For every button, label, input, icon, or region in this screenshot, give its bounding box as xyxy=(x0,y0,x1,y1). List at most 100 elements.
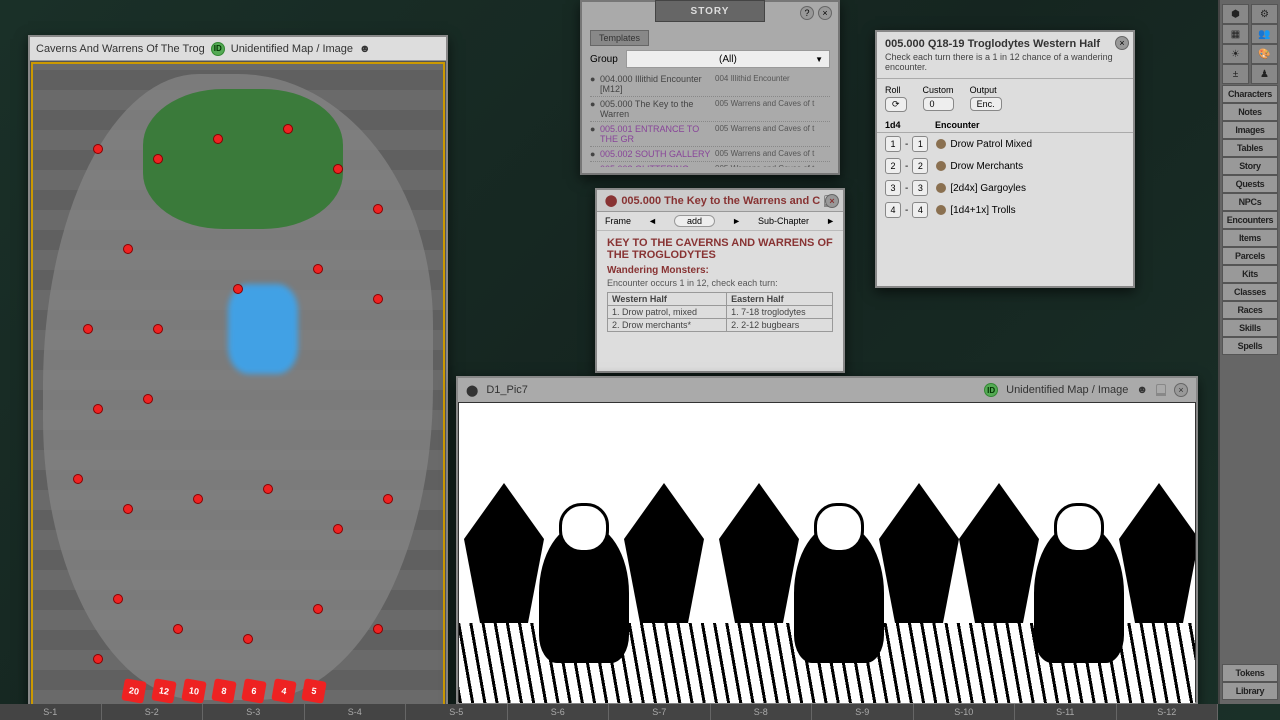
map-canvas[interactable]: 2012108645 xyxy=(31,62,445,712)
next-frame-icon[interactable]: ► xyxy=(732,216,741,226)
map-pin[interactable] xyxy=(153,324,163,334)
lock-icon[interactable] xyxy=(1156,384,1166,396)
link-icon[interactable]: ⬤ xyxy=(466,384,478,397)
map-pin[interactable] xyxy=(373,294,383,304)
map-pin[interactable] xyxy=(333,164,343,174)
sidebar-tab-notes[interactable]: Notes xyxy=(1222,103,1278,121)
pawn-icon[interactable]: ♟ xyxy=(1251,64,1278,84)
sidebar-tab-library[interactable]: Library xyxy=(1222,682,1278,700)
map-title-bar[interactable]: Caverns And Warrens Of The Trog ID Unide… xyxy=(30,37,446,61)
sidebar-tab-images[interactable]: Images xyxy=(1222,121,1278,139)
map-pin[interactable] xyxy=(123,504,133,514)
map-pin[interactable] xyxy=(173,624,183,634)
map-pin[interactable] xyxy=(243,634,253,644)
encounter-row[interactable]: 2-2Drow Merchants xyxy=(877,155,1133,177)
map-pin[interactable] xyxy=(383,494,393,504)
cal-icon[interactable]: ▦ xyxy=(1222,24,1249,44)
map-pin[interactable] xyxy=(313,604,323,614)
sidebar-tab-classes[interactable]: Classes xyxy=(1222,283,1278,301)
encounter-row[interactable]: 1-1Drow Patrol Mixed xyxy=(877,133,1133,155)
sidebar-tab-quests[interactable]: Quests xyxy=(1222,175,1278,193)
close-icon[interactable]: × xyxy=(1115,36,1129,50)
map-pin[interactable] xyxy=(153,154,163,164)
die-d8[interactable]: 8 xyxy=(211,678,236,703)
encounter-link-icon[interactable] xyxy=(936,183,946,193)
map-pin[interactable] xyxy=(83,324,93,334)
custom-value[interactable]: 0 xyxy=(923,97,954,111)
map-pin[interactable] xyxy=(373,204,383,214)
die-d6[interactable]: 6 xyxy=(241,678,266,703)
d20-icon[interactable]: ⬢ xyxy=(1222,4,1249,24)
sidebar-tab-skills[interactable]: Skills xyxy=(1222,319,1278,337)
map-pin[interactable] xyxy=(313,264,323,274)
sidebar-tab-spells[interactable]: Spells xyxy=(1222,337,1278,355)
group-select[interactable]: (All) xyxy=(626,50,830,68)
palette-icon[interactable]: 🎨 xyxy=(1251,44,1278,64)
sidebar-tab-races[interactable]: Races xyxy=(1222,301,1278,319)
story-list-row[interactable]: ●004.000 Illithid Encounter [M12]004 Ill… xyxy=(590,72,830,97)
map-pin[interactable] xyxy=(143,394,153,404)
templates-button[interactable]: Templates xyxy=(590,30,649,46)
plusminus-icon[interactable]: ± xyxy=(1222,64,1249,84)
sidebar-tab-npcs[interactable]: NPCs xyxy=(1222,193,1278,211)
map-pin[interactable] xyxy=(193,494,203,504)
mask-icon[interactable]: ☻ xyxy=(1136,384,1148,396)
encounter-link-icon[interactable] xyxy=(936,205,946,215)
sidebar-tab-items[interactable]: Items xyxy=(1222,229,1278,247)
output-button[interactable]: Enc. xyxy=(970,97,1002,111)
map-pin[interactable] xyxy=(283,124,293,134)
close-icon[interactable]: × xyxy=(825,194,839,208)
die-d10[interactable]: 10 xyxy=(181,678,206,703)
map-pin[interactable] xyxy=(93,654,103,664)
map-pin[interactable] xyxy=(233,284,243,294)
map-pin[interactable] xyxy=(93,404,103,414)
mask-icon[interactable]: ☻ xyxy=(359,43,371,55)
sidebar-tab-characters[interactable]: Characters xyxy=(1222,85,1278,103)
next-subchapter-icon[interactable]: ► xyxy=(826,216,835,226)
story-list-row[interactable]: ●005.001 ENTRANCE TO THE GR005 Warrens a… xyxy=(590,122,830,147)
die-d5[interactable]: 5 xyxy=(301,678,326,703)
key-heading: KEY TO THE CAVERNS AND WARRENS OF THE TR… xyxy=(607,237,833,261)
roll-button[interactable]: ⟳ xyxy=(885,97,907,112)
image-title-bar[interactable]: ⬤ D1_Pic7 ID Unidentified Map / Image ☻ … xyxy=(458,378,1196,402)
sidebar-tab-tables[interactable]: Tables xyxy=(1222,139,1278,157)
key-title-bar[interactable]: ⬤ 005.000 The Key to the Warrens and C × xyxy=(597,190,843,212)
people-icon[interactable]: 👥 xyxy=(1251,24,1278,44)
sidebar-tab-encounters[interactable]: Encounters xyxy=(1222,211,1278,229)
add-button[interactable]: add xyxy=(674,215,715,227)
map-pin[interactable] xyxy=(93,144,103,154)
encounter-row[interactable]: 4-4[1d4+1x] Trolls xyxy=(877,199,1133,221)
gear-icon[interactable]: ⚙ xyxy=(1251,4,1278,24)
map-pin[interactable] xyxy=(373,624,383,634)
story-list-row[interactable]: ●005.003 GLITTERING CAVE005 Warrens and … xyxy=(590,162,830,167)
sun-icon[interactable]: ☀ xyxy=(1222,44,1249,64)
encounter-link-icon[interactable] xyxy=(936,161,946,171)
id-badge-icon[interactable]: ID xyxy=(211,42,225,56)
sidebar-tab-kits[interactable]: Kits xyxy=(1222,265,1278,283)
story-title-tab[interactable]: STORY xyxy=(655,0,765,22)
die-d4[interactable]: 4 xyxy=(271,678,296,703)
sidebar-tab-tokens[interactable]: Tokens xyxy=(1222,664,1278,682)
story-list-row[interactable]: ●005.002 SOUTH GALLERY005 Warrens and Ca… xyxy=(590,147,830,162)
close-icon[interactable]: × xyxy=(1174,383,1188,397)
sidebar-tab-story[interactable]: Story xyxy=(1222,157,1278,175)
encounter-row[interactable]: 3-3[2d4x] Gargoyles xyxy=(877,177,1133,199)
close-icon[interactable]: × xyxy=(818,6,832,20)
map-pin[interactable] xyxy=(213,134,223,144)
prev-frame-icon[interactable]: ◄ xyxy=(648,216,657,226)
story-list-row[interactable]: ●005.000 The Key to the Warren005 Warren… xyxy=(590,97,830,122)
image-canvas[interactable] xyxy=(459,403,1195,703)
help-icon[interactable]: ? xyxy=(800,6,814,20)
map-pin[interactable] xyxy=(263,484,273,494)
encounter-link-icon[interactable] xyxy=(936,139,946,149)
link-icon[interactable]: ⬤ xyxy=(605,194,617,207)
map-pin[interactable] xyxy=(73,474,83,484)
die-d20[interactable]: 20 xyxy=(121,678,146,703)
map-pin[interactable] xyxy=(113,594,123,604)
die-d12[interactable]: 12 xyxy=(151,678,176,703)
map-pin[interactable] xyxy=(333,524,343,534)
encounter-title: 005.000 Q18-19 Troglodytes Western Half xyxy=(877,32,1133,52)
id-badge-icon[interactable]: ID xyxy=(984,383,998,397)
map-pin[interactable] xyxy=(123,244,133,254)
sidebar-tab-parcels[interactable]: Parcels xyxy=(1222,247,1278,265)
